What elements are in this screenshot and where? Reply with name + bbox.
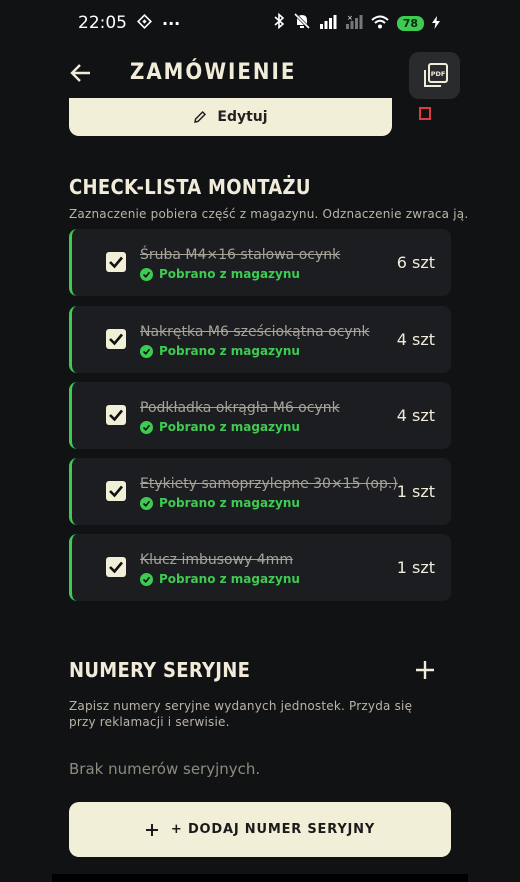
item-quantity: 6 szt: [396, 253, 435, 272]
checklist-item[interactable]: Śruba M4×16 stalowa ocynk Pobrano z maga…: [69, 229, 451, 296]
item-status-label: Pobrano z magazynu: [159, 267, 300, 281]
add-serial-plus-button[interactable]: [414, 659, 436, 681]
page-title: ZAMÓWIENIE: [130, 60, 297, 85]
item-quantity: 1 szt: [396, 482, 435, 501]
checklist-item[interactable]: Etykiety samoprzylepne 30×15 (op.) Pobra…: [69, 458, 451, 525]
edit-label: Edytuj: [217, 109, 268, 125]
item-status-label: Pobrano z magazynu: [159, 420, 300, 434]
item-quantity: 4 szt: [396, 330, 435, 349]
signal-no-service-icon: ×: [345, 14, 363, 33]
checklist-item[interactable]: Nakrętka M6 sześciokątna ocynk Pobrano z…: [69, 306, 451, 373]
check-icon: [109, 561, 123, 574]
checkbox-checked[interactable]: [106, 481, 126, 501]
add-serial-button[interactable]: + DODAJ NUMER SERYJNY: [69, 802, 451, 857]
pencil-icon: [194, 110, 207, 123]
item-status-label: Pobrano z magazynu: [159, 344, 300, 358]
item-status-label: Pobrano z magazynu: [159, 496, 300, 510]
item-status: Pobrano z magazynu: [140, 496, 300, 510]
delete-order-button[interactable]: [416, 102, 434, 126]
pdf-export-button[interactable]: PDF: [409, 52, 460, 99]
checklist-description: Zaznaczenie pobiera część z magazynu. Od…: [69, 207, 469, 221]
check-icon: [109, 409, 123, 422]
checklist-title: CHECK-LISTA MONTAŻU: [69, 175, 311, 199]
cast-icon: [137, 13, 152, 33]
check-circle-icon: [140, 420, 153, 434]
serials-empty-state: Brak numerów seryjnych.: [69, 760, 261, 778]
bottom-nav-bar: [52, 874, 468, 882]
check-icon: [109, 333, 123, 346]
battery-indicator: 78: [396, 15, 424, 31]
item-status: Pobrano z magazynu: [140, 344, 300, 358]
item-name: Nakrętka M6 sześciokątna ocynk: [140, 324, 370, 340]
checkbox-checked[interactable]: [106, 557, 126, 577]
item-quantity: 1 szt: [396, 558, 435, 577]
check-circle-icon: [140, 496, 153, 510]
arrow-left-icon: [70, 64, 90, 82]
checkbox-checked[interactable]: [106, 329, 126, 349]
item-status: Pobrano z magazynu: [140, 420, 300, 434]
checklist-item[interactable]: Podkładka okrągła M6 ocynk Pobrano z mag…: [69, 382, 451, 449]
item-status: Pobrano z magazynu: [140, 267, 300, 281]
serials-title: NUMERY SERYJNE: [69, 658, 251, 682]
check-icon: [109, 256, 123, 269]
bluetooth-icon: [273, 12, 285, 33]
svg-text:PDF: PDF: [430, 70, 445, 78]
checklist-item[interactable]: Klucz imbusowy 4mm Pobrano z magazynu 1 …: [69, 534, 451, 601]
checkbox-checked[interactable]: [106, 252, 126, 272]
checkbox-checked[interactable]: [106, 405, 126, 425]
serials-description: Zapisz numery seryjne wydanych jednostek…: [69, 699, 413, 729]
wifi-icon: [371, 14, 389, 33]
edit-order-button[interactable]: Edytuj: [69, 98, 392, 136]
status-bar: 22:05 ··· × 78: [0, 0, 520, 46]
back-button[interactable]: [68, 60, 96, 88]
trash-icon: [419, 107, 431, 120]
item-name: Podkładka okrągła M6 ocynk: [140, 400, 340, 416]
plus-icon: [145, 823, 158, 836]
signal-icon: [319, 14, 337, 33]
mute-icon: [293, 12, 311, 33]
check-icon: [109, 485, 123, 498]
status-more-dots: ···: [162, 13, 181, 33]
item-status-label: Pobrano z magazynu: [159, 572, 300, 586]
status-time: 22:05: [78, 13, 127, 33]
pdf-icon: PDF: [423, 62, 448, 87]
item-name: Śruba M4×16 stalowa ocynk: [140, 247, 341, 263]
plus-icon: [416, 661, 434, 679]
check-circle-icon: [140, 267, 153, 281]
item-name: Klucz imbusowy 4mm: [140, 552, 293, 568]
check-circle-icon: [140, 572, 153, 586]
item-status: Pobrano z magazynu: [140, 572, 300, 586]
add-serial-button-label: + DODAJ NUMER SERYJNY: [170, 822, 376, 837]
app-header: ZAMÓWIENIE PDF: [0, 46, 520, 106]
check-circle-icon: [140, 344, 153, 358]
svg-text:×: ×: [347, 14, 353, 22]
item-quantity: 4 szt: [396, 406, 435, 425]
item-name: Etykiety samoprzylepne 30×15 (op.): [140, 476, 398, 492]
charging-icon: [432, 14, 440, 33]
